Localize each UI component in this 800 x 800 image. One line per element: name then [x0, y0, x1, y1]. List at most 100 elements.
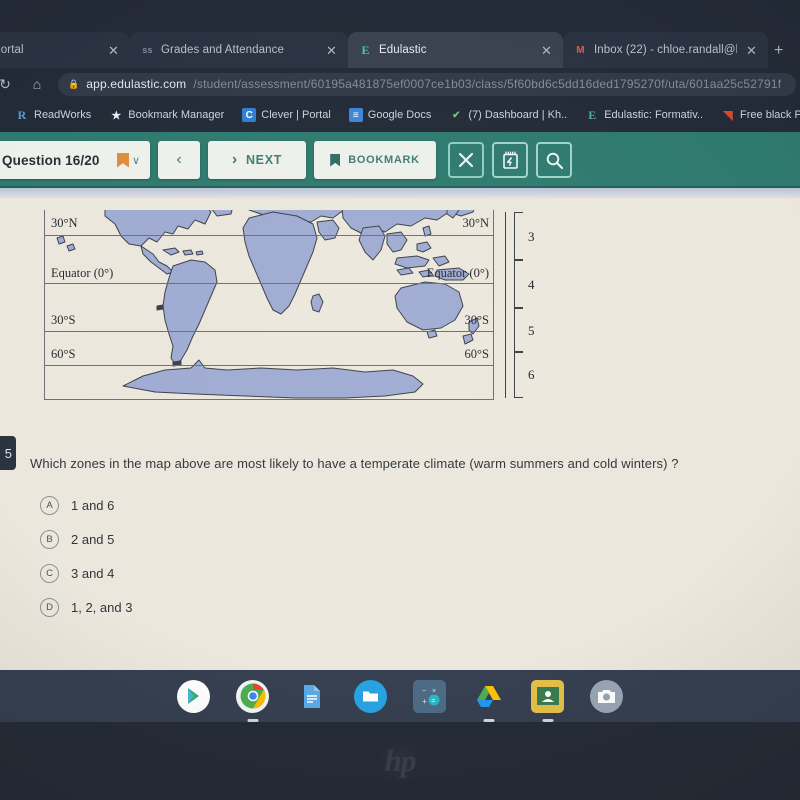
question-progress-pill[interactable]: Question 16/20 ∨ — [0, 141, 150, 179]
choice-letter-bubble: B — [40, 529, 59, 549]
google-classroom-icon[interactable] — [531, 679, 564, 722]
bookmark-label: Free black Powe — [740, 109, 800, 121]
map-label-30s-left: 30°S — [51, 313, 76, 327]
play-store-icon[interactable] — [177, 679, 210, 713]
screen: Portal ✕ ss Grades and Attendance ✕ E Ed… — [0, 0, 800, 800]
zone-number-4: 4 — [528, 277, 535, 292]
answer-choice-d[interactable]: D 1, 2, and 3 — [40, 590, 440, 624]
browser-tab-grades-and-attendance[interactable]: ss Grades and Attendance ✕ — [130, 32, 348, 68]
powerpoint-icon: ◥ — [723, 108, 733, 122]
zone-brace-column: 3 4 5 6 — [502, 198, 548, 403]
assessment-toolbar: Question 16/20 ∨ ‹ › NEXT BOOKMARK — [0, 132, 800, 188]
zone-brace-3 — [514, 212, 523, 260]
choice-text: 2 and 5 — [71, 531, 115, 547]
svg-text:−: − — [422, 688, 426, 695]
files-icon[interactable] — [354, 679, 387, 713]
tab-label: Edulastic — [379, 44, 427, 56]
zone-brace-6 — [514, 352, 523, 398]
svg-text:×: × — [432, 688, 436, 695]
google-docs-icon[interactable] — [295, 680, 328, 713]
url-host: app.edulastic.com — [86, 77, 187, 91]
browser-tab-inbox[interactable]: M Inbox (22) - chloe.randall@kc ✕ — [563, 32, 768, 68]
address-bar[interactable]: 🔒 app.edulastic.com /student/assessment/… — [58, 72, 796, 96]
bookmarks-bar: R ReadWorks ★ Bookmark Manager C Clever … — [0, 101, 800, 129]
close-icon[interactable] — [448, 142, 484, 178]
chrome-icon[interactable] — [236, 679, 269, 722]
bookmark-label: Edulastic: Formativ.. — [604, 109, 704, 121]
page-top-band — [0, 188, 800, 198]
answer-choice-b[interactable]: B 2 and 5 — [40, 522, 440, 556]
bookmark-label: BOOKMARK — [348, 154, 420, 166]
svg-text:+: + — [422, 697, 427, 706]
bookmark-flag-icon — [116, 152, 129, 168]
notepad-calculator-icon[interactable] — [492, 142, 528, 178]
bookmark-khan-dashboard[interactable]: ✔ (7) Dashboard | Kh.. — [440, 108, 576, 122]
camera-icon[interactable] — [590, 679, 623, 713]
map-label-equator-right: Equator (0°) — [426, 266, 489, 280]
browser-tab-portal[interactable]: Portal ✕ — [0, 32, 130, 68]
tab-strip: Portal ✕ ss Grades and Attendance ✕ E Ed… — [0, 30, 800, 68]
tab-close-icon[interactable]: ✕ — [106, 43, 121, 58]
lock-icon: 🔒 — [68, 78, 80, 89]
map-label-equator-left: Equator (0°) — [51, 266, 114, 280]
choice-letter-bubble: C — [40, 563, 59, 583]
google-drive-icon[interactable] — [472, 680, 505, 722]
map-label-30n-left: 30°N — [51, 216, 78, 230]
zone-number-3: 3 — [528, 229, 535, 244]
edulastic-icon: E — [361, 42, 370, 57]
edulastic-icon: E — [588, 107, 597, 122]
new-tab-button[interactable]: + — [768, 42, 787, 68]
bookmark-free-black-power[interactable]: ◥ Free black Powe — [712, 108, 800, 122]
map-label-30s-right: 30°S — [464, 313, 489, 327]
map-label-30n-right: 30°N — [462, 216, 489, 230]
tab-close-icon[interactable]: ✕ — [744, 43, 759, 58]
bookmark-bookmark-manager[interactable]: ★ Bookmark Manager — [100, 108, 233, 122]
tab-label: Inbox (22) - chloe.randall@kc — [594, 44, 737, 56]
bookmark-icon — [330, 153, 341, 167]
latitude-line-60s — [45, 365, 493, 366]
question-stem: Which zones in the map above are most li… — [30, 456, 679, 471]
bookmark-google-docs[interactable]: ≡ Google Docs — [340, 108, 441, 122]
answer-choice-a[interactable]: A 1 and 6 — [40, 488, 440, 522]
magnifier-icon[interactable] — [536, 142, 572, 178]
choice-text: 1 and 6 — [71, 497, 115, 513]
bookmark-label: Bookmark Manager — [128, 109, 225, 121]
previous-question-button[interactable]: ‹ — [158, 141, 200, 179]
google-docs-icon: ≡ — [348, 108, 363, 122]
readworks-icon: R — [17, 107, 27, 122]
answer-choice-c[interactable]: C 3 and 4 — [40, 556, 440, 590]
map-label-60s-left: 60°S — [51, 347, 76, 361]
flag-dropdown[interactable]: ∨ — [116, 152, 140, 168]
bookmark-clever-portal[interactable]: C Clever | Portal — [233, 108, 340, 122]
bookmark-button[interactable]: BOOKMARK — [314, 141, 436, 179]
home-icon[interactable]: ⌂ — [26, 76, 48, 92]
chevron-left-icon: ‹ — [176, 151, 182, 168]
reload-icon[interactable]: ↻ — [0, 76, 16, 93]
clever-icon: C — [242, 108, 257, 122]
map-label-60s-right: 60°S — [464, 347, 489, 361]
bookmark-label: ReadWorks — [34, 109, 92, 121]
bookmark-edulastic-formative[interactable]: E Edulastic: Formativ.. — [576, 108, 712, 122]
gmail-icon: M — [576, 44, 585, 56]
left-edge-badge[interactable]: 5 — [0, 436, 16, 470]
browser-chrome: Portal ✕ ss Grades and Attendance ✕ E Ed… — [0, 0, 800, 132]
tab-close-icon[interactable]: ✕ — [324, 43, 339, 58]
laptop-bezel: hp — [0, 722, 800, 800]
next-question-button[interactable]: › NEXT — [208, 141, 306, 179]
bookmark-readworks[interactable]: R ReadWorks — [6, 108, 100, 122]
assessment-question-page: 5 30°N Equator (0°) 30°S 60°S 30°N Equat… — [0, 188, 800, 750]
latitude-line-30s — [45, 331, 493, 332]
brace-spine — [505, 212, 507, 398]
star-icon: ★ — [111, 109, 122, 122]
browser-tab-edulastic[interactable]: E Edulastic ✕ — [348, 32, 563, 68]
bookmark-label: Google Docs — [367, 109, 432, 121]
taskbar-shelf: − × + = — [0, 670, 800, 722]
zone-number-6: 6 — [528, 367, 535, 382]
choice-text: 3 and 4 — [71, 565, 115, 581]
zone-brace-5 — [514, 308, 523, 352]
zone-number-5: 5 — [528, 323, 535, 338]
tab-close-icon[interactable]: ✕ — [539, 43, 554, 58]
tab-label: Grades and Attendance — [161, 44, 284, 56]
calculator-icon[interactable]: − × + = — [413, 679, 446, 713]
bookmark-label: Clever | Portal — [261, 109, 331, 121]
